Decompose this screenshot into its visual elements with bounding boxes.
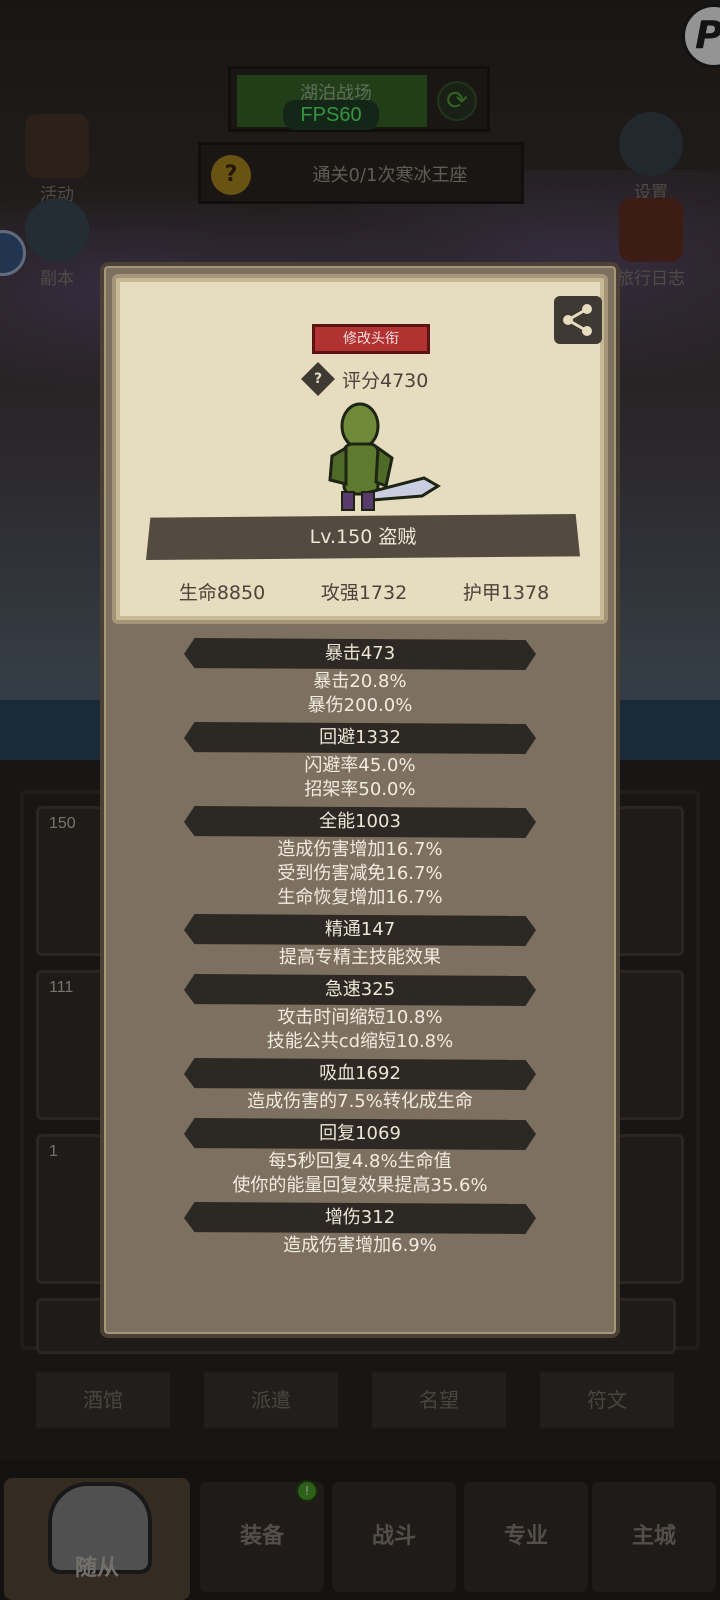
stat-detail: 暴伤200.0%	[307, 695, 413, 716]
stat-group: 精通147 提高专精主技能效果	[104, 914, 616, 970]
secondary-stats-list: 暴击473 暴击20.8% 暴伤200.0% 回避1332 闪避率45.0% 招架率50.…	[104, 638, 616, 1262]
stat-detail: 暴击20.8%	[313, 671, 407, 692]
stat-detail: 闪避率45.0%	[304, 755, 416, 776]
share-icon	[563, 304, 592, 336]
score-help-icon[interactable]: ?	[301, 362, 335, 396]
attack-power-stat: 攻强1732	[320, 582, 408, 604]
stat-header: 回避1332	[184, 722, 536, 754]
stat-detail: 造成伤害的7.5%转化成生命	[247, 1091, 473, 1112]
stat-group: 全能1003 造成伤害增加16.7% 受到伤害减免16.7% 生命恢复增加16.7%	[104, 806, 616, 910]
score-value: 评分4730	[342, 370, 429, 392]
character-card: 修改头衔 ? 评分4730 Lv.150 盗贼 生命8850 攻强1732 护甲…	[112, 274, 608, 624]
share-button[interactable]	[554, 296, 602, 344]
stat-group: 回复1069 每5秒回复4.8%生命值使你的能量回复效果提高35.6%	[104, 1118, 616, 1198]
hero-portrait	[328, 402, 441, 511]
stat-detail: 攻击时间缩短10.8%	[277, 1007, 443, 1028]
stat-header: 回复1069	[184, 1118, 536, 1150]
stat-header: 全能1003	[184, 806, 536, 838]
stat-group: 增伤312 造成伤害增加6.9%	[104, 1202, 616, 1258]
stat-header: 吸血1692	[184, 1058, 536, 1090]
stat-detail: 造成伤害增加16.7%	[277, 839, 443, 860]
stat-detail: 使你的能量回复效果提高35.6%	[232, 1175, 488, 1196]
stat-detail: 技能公共cd缩短10.8%	[266, 1031, 454, 1052]
stat-group: 回避1332 闪避率45.0% 招架率50.0%	[104, 722, 616, 802]
stat-group: 暴击473 暴击20.8% 暴伤200.0%	[104, 638, 616, 718]
stat-header: 暴击473	[184, 638, 536, 670]
edit-title-button[interactable]: 修改头衔	[312, 324, 430, 354]
stat-detail: 招架率50.0%	[304, 779, 416, 800]
level-class-bar: Lv.150 盗贼	[146, 514, 580, 560]
stat-detail: 造成伤害增加6.9%	[283, 1235, 437, 1256]
game-screen: { "hud": { "map_name": "湖泊战场", "fps": "F…	[0, 0, 720, 1600]
hp-stat: 生命8850	[178, 582, 266, 604]
stat-detail: 受到伤害减免16.7%	[277, 863, 443, 884]
stat-group: 急速325 攻击时间缩短10.8% 技能公共cd缩短10.8%	[104, 974, 616, 1054]
score-row: ? 评分4730	[301, 362, 436, 396]
character-stats-modal: 修改头衔 ? 评分4730 Lv.150 盗贼 生命8850 攻强1732 护甲…	[100, 262, 620, 1338]
stat-header: 急速325	[184, 974, 536, 1006]
stat-detail: 每5秒回复4.8%生命值	[268, 1151, 452, 1172]
armor-stat: 护甲1378	[462, 582, 550, 604]
stat-detail: 生命恢复增加16.7%	[277, 887, 443, 908]
stat-group: 吸血1692 造成伤害的7.5%转化成生命	[104, 1058, 616, 1114]
stat-header: 精通147	[184, 914, 536, 946]
stat-header: 增伤312	[184, 1202, 536, 1234]
base-stats-row: 生命8850 攻强1732 护甲1378	[116, 578, 612, 608]
stat-detail: 提高专精主技能效果	[279, 947, 441, 968]
